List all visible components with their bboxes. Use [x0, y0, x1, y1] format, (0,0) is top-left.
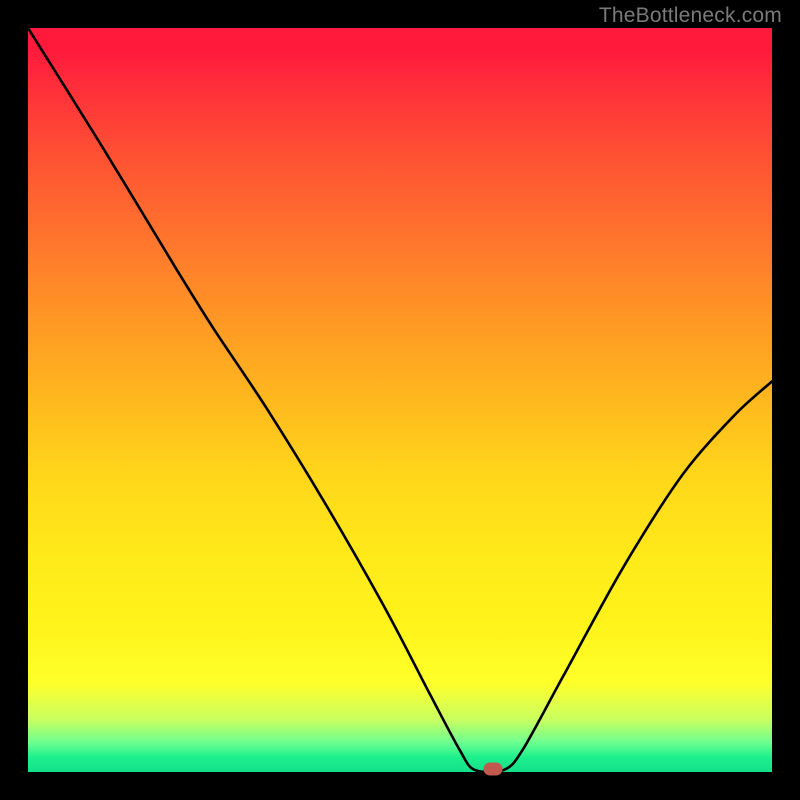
bottleneck-curve — [28, 28, 772, 772]
curve-path — [28, 28, 772, 772]
optimal-marker — [484, 763, 503, 776]
watermark-text: TheBottleneck.com — [599, 4, 782, 28]
plot-area — [28, 28, 772, 772]
chart-frame: TheBottleneck.com — [0, 0, 800, 800]
